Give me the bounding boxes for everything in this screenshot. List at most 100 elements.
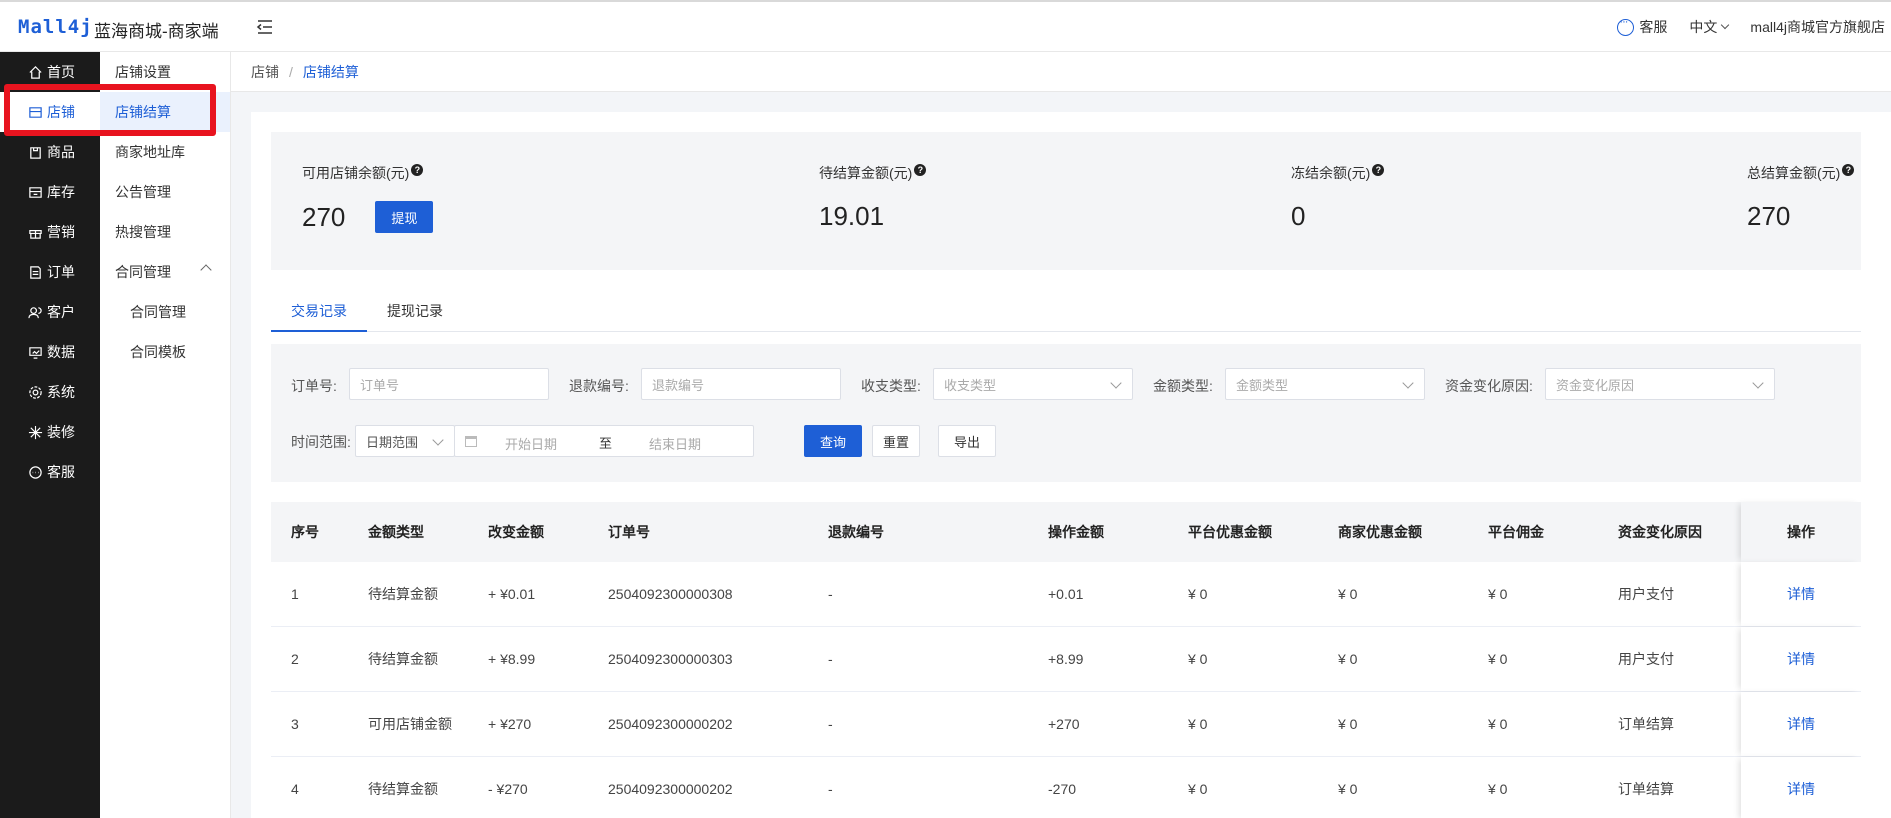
stock-icon <box>28 185 43 200</box>
nav-item-service[interactable]: 客服 <box>0 452 100 492</box>
end-date-input[interactable]: 结束日期 <box>649 434 701 453</box>
export-button[interactable]: 导出 <box>938 425 996 457</box>
language-label: 中文 <box>1689 19 1718 35</box>
order-icon <box>28 265 43 280</box>
breadcrumb-current: 店铺结算 <box>302 63 359 80</box>
detail-link[interactable]: 详情 <box>1787 584 1815 604</box>
nav-item-order[interactable]: 订单 <box>0 252 100 292</box>
nav-label: 客服 <box>47 464 75 480</box>
settings-icon <box>28 385 43 400</box>
time-range-label: 时间范围: <box>291 434 351 450</box>
nav-item-system[interactable]: 系统 <box>0 372 100 412</box>
subnav-item-contract-template[interactable]: 合同模板 <box>100 332 230 372</box>
help-icon[interactable]: ? <box>1372 164 1385 176</box>
nav-item-shop[interactable]: 店铺 <box>0 92 100 132</box>
frozen-balance-text: 冻结余额(元) <box>1291 165 1371 181</box>
col-header-reason: 资金变化原因 <box>1618 524 1702 540</box>
nav-item-customer[interactable]: 客户 <box>0 292 100 332</box>
pending-balance-label: 待结算金额(元)? <box>819 163 927 183</box>
balance-summary: 可用店铺余额(元)? 270 提现 待结算金额(元)? 19.01 冻结余额(元… <box>271 132 1861 270</box>
subnav-item-notice[interactable]: 公告管理 <box>100 172 230 212</box>
time-range-type-select[interactable]: 日期范围 <box>355 425 455 457</box>
table-row: 3 可用店铺金额 + ¥270 2504092300000202 - +270 … <box>271 692 1861 757</box>
search-button[interactable]: 查询 <box>804 425 862 457</box>
nav-item-stock[interactable]: 库存 <box>0 172 100 212</box>
help-icon[interactable]: ? <box>914 164 927 176</box>
home-icon <box>28 65 43 80</box>
subnav-item-address-library[interactable]: 商家地址库 <box>100 132 230 172</box>
help-icon[interactable]: ? <box>411 164 424 176</box>
main-sidebar: 首页 店铺 商品 库存 营销 订单 客户 数据 系统 装修 客服 <box>0 52 100 818</box>
available-balance-label: 可用店铺余额(元)? <box>302 163 433 183</box>
col-header-op-amount: 操作金额 <box>1048 524 1104 540</box>
cell-action-wrap: 详情 <box>1741 692 1861 756</box>
nav-item-data[interactable]: 数据 <box>0 332 100 372</box>
frozen-balance: 冻结余额(元)? 0 <box>1291 163 1385 232</box>
decorate-icon <box>28 425 43 440</box>
amount-type-select[interactable]: 金额类型 <box>1225 368 1425 400</box>
subnav-item-contract-manage[interactable]: 合同管理 <box>100 292 230 332</box>
reset-button[interactable]: 重置 <box>872 425 920 457</box>
detail-link[interactable]: 详情 <box>1787 779 1815 799</box>
shop-icon <box>28 105 43 120</box>
cell-action-wrap: 详情 <box>1741 562 1861 626</box>
table-row: 1 待结算金额 + ¥0.01 2504092300000308 - +0.01… <box>271 562 1861 627</box>
refund-no-input[interactable]: 退款编号 <box>641 368 841 400</box>
date-range-picker[interactable]: 开始日期 至 结束日期 <box>454 425 754 457</box>
customer-service-button[interactable]: 客服 <box>1617 16 1668 37</box>
cell-action-wrap: 详情 <box>1741 757 1861 818</box>
col-header-amount-type: 金额类型 <box>368 524 424 540</box>
detail-link[interactable]: 详情 <box>1787 649 1815 669</box>
cell-refund-no: - <box>828 716 833 732</box>
tab-withdrawals[interactable]: 提现记录 <box>387 290 443 332</box>
brand-logo[interactable]: Mall4j <box>18 16 93 38</box>
frozen-balance-value: 0 <box>1291 201 1306 231</box>
cell-no: 1 <box>291 586 299 602</box>
cell-amount-type: 待结算金额 <box>368 781 438 797</box>
breadcrumb: 店铺 / 店铺结算 <box>231 52 1891 92</box>
nav-item-product[interactable]: 商品 <box>0 132 100 172</box>
cell-commission: ¥ 0 <box>1488 651 1508 667</box>
chart-icon <box>28 345 43 360</box>
cell-reason: 订单结算 <box>1618 716 1674 732</box>
subnav-item-shop-settlement[interactable]: 店铺结算 <box>100 92 230 132</box>
nav-item-marketing[interactable]: 营销 <box>0 212 100 252</box>
fund-reason-select[interactable]: 资金变化原因 <box>1545 368 1775 400</box>
shop-name: mall4j商城官方旗舰店 <box>1750 19 1885 35</box>
shop-name-menu[interactable]: mall4j商城官方旗舰店 <box>1750 17 1885 37</box>
cell-op-amount: -270 <box>1048 781 1077 797</box>
detail-link[interactable]: 详情 <box>1787 714 1815 734</box>
nav-label: 客户 <box>47 304 75 320</box>
subnav-item-hot-search[interactable]: 热搜管理 <box>100 212 230 252</box>
order-no-input[interactable]: 订单号 <box>349 368 549 400</box>
cell-merchant-discount: ¥ 0 <box>1338 716 1358 732</box>
breadcrumb-root[interactable]: 店铺 <box>251 62 279 82</box>
start-date-input[interactable]: 开始日期 <box>505 434 557 453</box>
available-balance-text: 可用店铺余额(元) <box>302 165 410 181</box>
cell-amount-type: 可用店铺金额 <box>368 716 452 732</box>
nav-label: 库存 <box>47 184 75 200</box>
withdraw-button[interactable]: 提现 <box>375 201 434 233</box>
nav-item-decorate[interactable]: 装修 <box>0 412 100 452</box>
cell-change-amount: + ¥270 <box>488 716 532 732</box>
chevron-down-icon <box>1721 20 1730 30</box>
subnav-group-label: 合同管理 <box>115 264 171 280</box>
tab-transactions[interactable]: 交易记录 <box>271 290 367 332</box>
subnav-group-contract[interactable]: 合同管理 <box>100 252 230 292</box>
cell-order-no: 2504092300000202 <box>608 781 733 797</box>
cell-change-amount: + ¥8.99 <box>488 651 536 667</box>
pending-balance-value: 19.01 <box>819 201 885 231</box>
customer-service-label: 客服 <box>1639 19 1668 35</box>
cell-order-no: 2504092300000303 <box>608 651 733 667</box>
nav-item-home[interactable]: 首页 <box>0 52 100 92</box>
help-icon[interactable]: ? <box>1842 164 1855 176</box>
language-select[interactable]: 中文 <box>1689 17 1730 37</box>
cell-op-amount: +8.99 <box>1048 651 1084 667</box>
cell-platform-discount: ¥ 0 <box>1188 651 1208 667</box>
cell-commission: ¥ 0 <box>1488 781 1508 797</box>
app-root: Mall4j 蓝海商城-商家端 客服 中文 mall4j商城官方旗舰店 首页 店… <box>0 0 1891 818</box>
cell-op-amount: +270 <box>1048 716 1080 732</box>
collapse-menu-icon[interactable] <box>256 18 274 36</box>
io-type-select[interactable]: 收支类型 <box>933 368 1133 400</box>
subnav-item-shop-settings[interactable]: 店铺设置 <box>100 52 230 92</box>
